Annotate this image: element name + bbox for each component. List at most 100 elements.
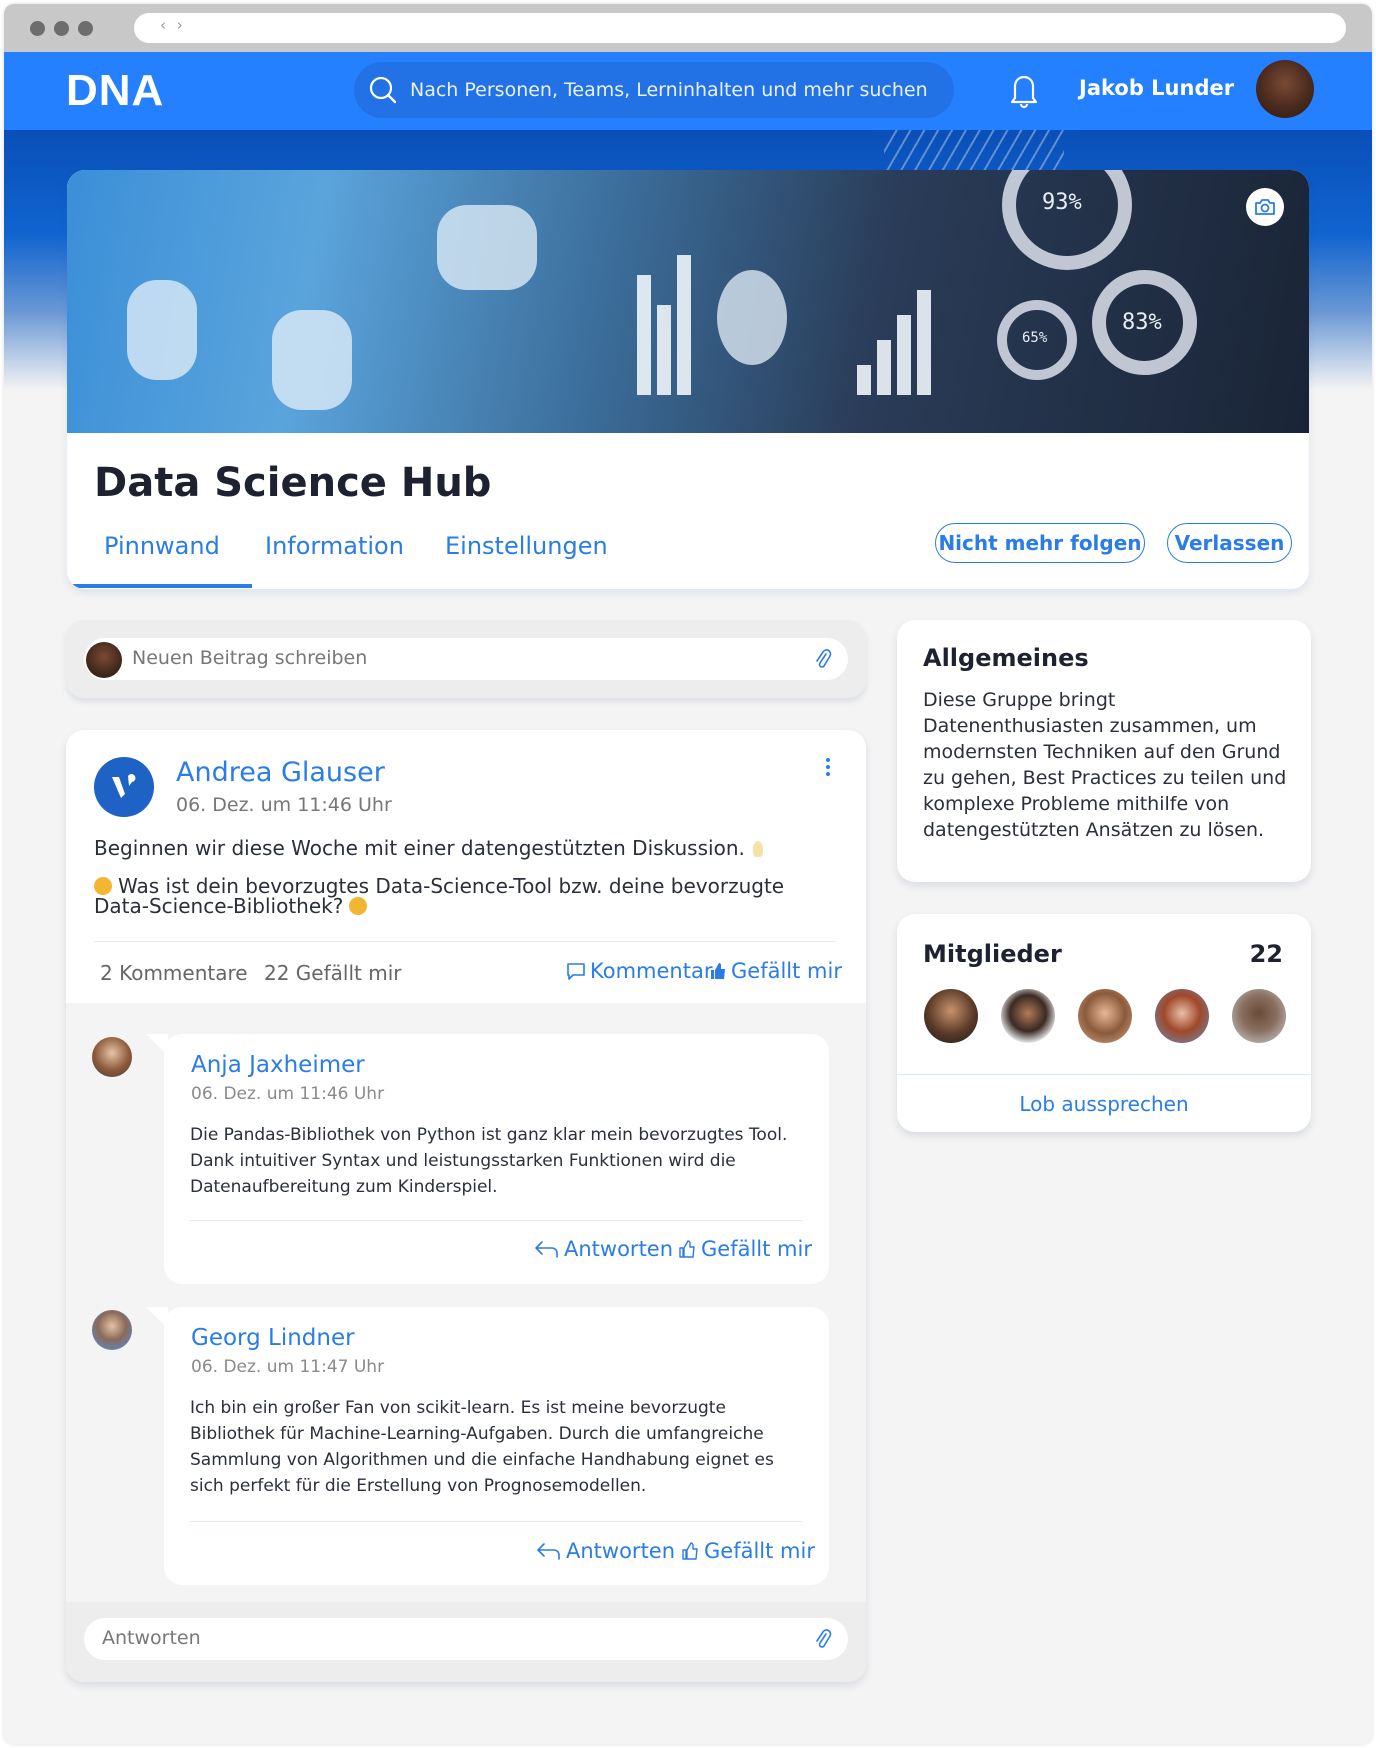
paperclip-icon[interactable] bbox=[814, 1628, 832, 1650]
group-banner-image: 93% 83% 65% bbox=[67, 170, 1309, 433]
banner-label: 93% bbox=[1042, 190, 1082, 215]
divider bbox=[897, 1074, 1311, 1075]
user-avatar[interactable] bbox=[1256, 60, 1314, 118]
user-name[interactable]: Jakob Lunder bbox=[1079, 76, 1234, 100]
banner-graphic bbox=[657, 305, 671, 395]
page-title: Data Science Hub bbox=[94, 460, 492, 506]
paperclip-icon[interactable] bbox=[814, 648, 832, 670]
comment-like-label: Gefällt mir bbox=[704, 1539, 815, 1563]
hero-stripes bbox=[884, 130, 1064, 170]
divider bbox=[190, 1521, 802, 1522]
member-avatar[interactable] bbox=[924, 989, 978, 1043]
members-count: 22 bbox=[1249, 940, 1283, 968]
logo[interactable]: DNA bbox=[66, 66, 164, 116]
about-title: Allgemeines bbox=[923, 644, 1089, 672]
nav-arrows-icon[interactable]: ‹ › bbox=[160, 16, 186, 34]
window-dot bbox=[30, 21, 45, 36]
member-avatar[interactable] bbox=[1001, 989, 1055, 1043]
banner-graphic bbox=[877, 340, 891, 395]
about-card: Allgemeines Diese Gruppe bringt Datenent… bbox=[897, 620, 1311, 882]
member-avatar[interactable] bbox=[1155, 989, 1209, 1043]
divider bbox=[94, 941, 836, 942]
thumbs-up-icon bbox=[682, 1542, 698, 1560]
post-card: Andrea Glauser 06. Dez. um 11:46 Uhr Beg… bbox=[66, 730, 866, 1682]
bell-icon[interactable] bbox=[1007, 70, 1041, 110]
new-post-placeholder: Neuen Beitrag schreiben bbox=[132, 647, 368, 669]
members-title: Mitglieder bbox=[923, 940, 1062, 968]
thinking-emoji-icon bbox=[94, 877, 112, 895]
about-text: Diese Gruppe bringt Datenenthusiasten zu… bbox=[923, 689, 1287, 841]
reply-button[interactable]: Antworten bbox=[534, 1237, 673, 1261]
comment-button[interactable]: Kommentar bbox=[566, 959, 712, 983]
search-placeholder: Nach Personen, Teams, Lerninhalten und m… bbox=[410, 79, 928, 101]
comment-like-button[interactable]: Gefällt mir bbox=[679, 1237, 812, 1261]
comment-item: Georg Lindner 06. Dez. um 11:47 Uhr Ich … bbox=[86, 1307, 829, 1587]
comments-count[interactable]: 2 Kommentare bbox=[100, 961, 248, 985]
comment-date: 06. Dez. um 11:46 Uhr bbox=[191, 1084, 385, 1104]
unfollow-button[interactable]: Nicht mehr folgen bbox=[935, 523, 1145, 563]
banner-label: 65% bbox=[1022, 330, 1048, 346]
post-text-line: Was ist dein bevorzugtes Data-Science-To… bbox=[94, 874, 785, 918]
member-avatar[interactable] bbox=[1232, 989, 1286, 1043]
post-text-line: Beginnen wir diese Woche mit einer daten… bbox=[94, 836, 745, 860]
tab-information[interactable]: Information bbox=[265, 532, 404, 560]
post-author[interactable]: Andrea Glauser bbox=[176, 757, 385, 788]
search-icon bbox=[369, 76, 397, 104]
more-options-icon[interactable] bbox=[826, 755, 832, 779]
banner-graphic bbox=[857, 365, 871, 395]
like-button-label: Gefällt mir bbox=[731, 959, 842, 983]
divider bbox=[190, 1220, 802, 1221]
reply-button[interactable]: Antworten bbox=[536, 1539, 675, 1563]
banner-graphic bbox=[272, 310, 352, 410]
address-bar[interactable]: ‹ › bbox=[134, 13, 1346, 43]
tab-einstellungen[interactable]: Einstellungen bbox=[445, 532, 608, 560]
give-praise-link[interactable]: Lob aussprechen bbox=[897, 1092, 1311, 1116]
banner-graphic bbox=[437, 205, 537, 290]
lightbulb-emoji-icon bbox=[752, 841, 763, 857]
like-button[interactable]: Gefällt mir bbox=[710, 959, 842, 983]
banner-graphic bbox=[897, 315, 911, 395]
commenter-avatar[interactable] bbox=[92, 1310, 132, 1350]
window-dot bbox=[54, 21, 69, 36]
post-text: Beginnen wir diese Woche mit einer daten… bbox=[94, 836, 763, 860]
comment-bubble: Anja Jaxheimer 06. Dez. um 11:46 Uhr Die… bbox=[146, 1034, 829, 1284]
reply-placeholder: Antworten bbox=[102, 1627, 201, 1649]
composer-avatar bbox=[86, 642, 122, 678]
change-banner-button[interactable] bbox=[1246, 188, 1284, 226]
banner-graphic bbox=[1002, 170, 1132, 270]
reply-label: Antworten bbox=[564, 1237, 674, 1261]
comment-author[interactable]: Georg Lindner bbox=[191, 1325, 355, 1351]
comment-icon bbox=[567, 963, 585, 980]
banner-graphic bbox=[717, 270, 787, 365]
tab-pinnwand[interactable]: Pinnwand bbox=[104, 532, 220, 560]
reply-icon bbox=[535, 1241, 558, 1258]
post-date: 06. Dez. um 11:46 Uhr bbox=[176, 794, 392, 816]
comment-date: 06. Dez. um 11:47 Uhr bbox=[191, 1357, 385, 1377]
commenter-avatar[interactable] bbox=[92, 1037, 132, 1077]
browser-window: ‹ › DNA Nach Personen, Teams, Lerninhalt… bbox=[4, 4, 1372, 1744]
likes-count[interactable]: 22 Gefällt mir bbox=[264, 961, 401, 985]
leave-button[interactable]: Verlassen bbox=[1167, 523, 1292, 563]
comment-like-button[interactable]: Gefällt mir bbox=[682, 1539, 815, 1563]
post-composer: Neuen Beitrag schreiben bbox=[66, 620, 866, 698]
thinking-emoji-icon bbox=[349, 897, 368, 915]
comment-text: Ich bin ein großer Fan von scikit-learn.… bbox=[190, 1398, 774, 1496]
reply-composer: Antworten bbox=[66, 1602, 866, 1682]
banner-graphic bbox=[917, 290, 931, 395]
reply-label: Antworten bbox=[566, 1539, 676, 1563]
member-avatar[interactable] bbox=[1078, 989, 1132, 1043]
search-input[interactable]: Nach Personen, Teams, Lerninhalten und m… bbox=[354, 62, 954, 118]
banner-graphic bbox=[677, 255, 691, 395]
company-logo-icon bbox=[112, 774, 136, 798]
post-question: Was ist dein bevorzugtes Data-Science-To… bbox=[94, 876, 824, 916]
browser-chrome: ‹ › bbox=[4, 4, 1372, 52]
comment-author[interactable]: Anja Jaxheimer bbox=[191, 1052, 365, 1078]
comment-item: Anja Jaxheimer 06. Dez. um 11:46 Uhr Die… bbox=[86, 1034, 829, 1284]
top-nav: DNA Nach Personen, Teams, Lerninhalten u… bbox=[4, 52, 1372, 130]
thumbs-up-filled-icon bbox=[711, 963, 725, 979]
reply-input[interactable]: Antworten bbox=[84, 1618, 848, 1660]
author-avatar[interactable] bbox=[94, 757, 154, 817]
window-dot bbox=[78, 21, 93, 36]
post-header: Andrea Glauser 06. Dez. um 11:46 Uhr Beg… bbox=[66, 730, 866, 1003]
new-post-input[interactable]: Neuen Beitrag schreiben bbox=[84, 638, 848, 680]
